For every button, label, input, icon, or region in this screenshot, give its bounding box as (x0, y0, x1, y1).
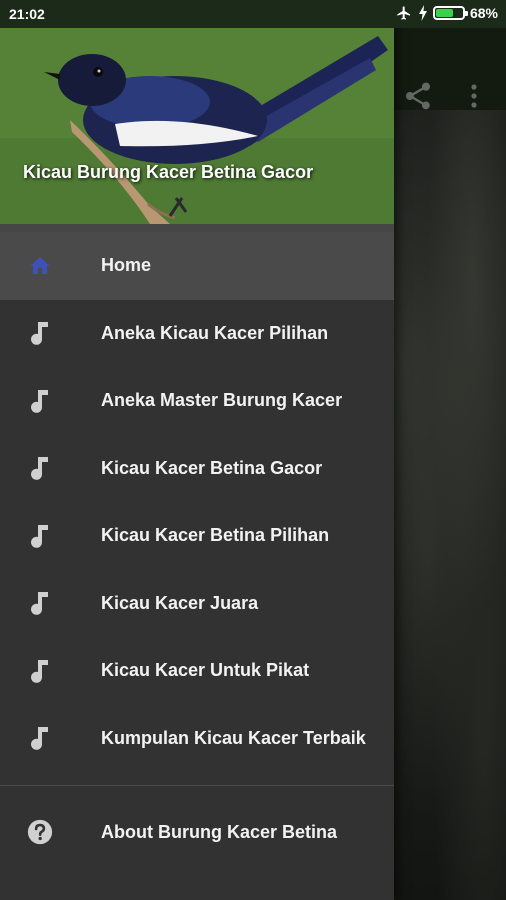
menu-item-label: Kumpulan Kicau Kacer Terbaik (101, 727, 366, 748)
menu-item-kumpulan-kicau-kacer-terbaik[interactable]: Kumpulan Kicau Kacer Terbaik (0, 705, 394, 773)
music-note-icon (27, 320, 53, 346)
menu-item-kicau-kacer-untuk-pikat[interactable]: Kicau Kacer Untuk Pikat (0, 637, 394, 705)
menu-divider (0, 785, 394, 786)
drawer-menu: Home Aneka Kicau Kacer Pilihan Aneka Mas… (0, 232, 394, 772)
status-icons: 68% (395, 5, 498, 21)
home-icon (27, 253, 53, 279)
battery-percent: 68% (469, 5, 498, 21)
music-note-icon (27, 725, 53, 751)
music-note-icon (27, 388, 53, 414)
header-divider (0, 224, 394, 232)
menu-item-label: Aneka Master Burung Kacer (101, 390, 343, 411)
menu-item-kicau-kacer-juara[interactable]: Kicau Kacer Juara (0, 570, 394, 638)
status-time: 21:02 (9, 6, 45, 22)
battery-icon (432, 6, 468, 20)
menu-item-label: Aneka Kicau Kacer Pilihan (101, 322, 329, 343)
menu-item-kicau-kacer-betina-pilihan[interactable]: Kicau Kacer Betina Pilihan (0, 502, 394, 570)
music-note-icon (27, 658, 53, 684)
drawer-header-title: Kicau Burung Kacer Betina Gacor (23, 162, 314, 182)
menu-item-aneka-master-burung-kacer[interactable]: Aneka Master Burung Kacer (0, 367, 394, 435)
charging-bolt-icon (418, 5, 427, 21)
bird-header-image (0, 28, 394, 224)
menu-item-home[interactable]: Home (0, 232, 394, 300)
menu-item-label: Kicau Kacer Betina Gacor (101, 457, 323, 478)
menu-item-kicau-kacer-betina-gacor[interactable]: Kicau Kacer Betina Gacor (0, 435, 394, 503)
music-note-icon (27, 455, 53, 481)
music-note-icon (27, 523, 53, 549)
menu-item-label: Kicau Kacer Juara (101, 592, 259, 613)
airplane-mode-icon (397, 6, 410, 20)
navigation-drawer: Kicau Burung Kacer Betina Gacor Home Ane… (0, 0, 394, 900)
menu-item-about[interactable]: About Burung Kacer Betina (0, 798, 394, 866)
music-note-icon (27, 590, 53, 616)
menu-item-label: Kicau Kacer Betina Pilihan (101, 525, 330, 546)
battery-level-fill (435, 9, 453, 17)
menu-item-label: Home (101, 255, 152, 276)
menu-item-label: About Burung Kacer Betina (101, 821, 338, 842)
drawer-header: Kicau Burung Kacer Betina Gacor (0, 28, 394, 224)
help-circle-icon (27, 819, 53, 845)
status-bar: 21:02 68% (0, 0, 506, 28)
menu-item-label: Kicau Kacer Untuk Pikat (101, 660, 310, 681)
menu-item-aneka-kicau-kacer-pilihan[interactable]: Aneka Kicau Kacer Pilihan (0, 300, 394, 368)
